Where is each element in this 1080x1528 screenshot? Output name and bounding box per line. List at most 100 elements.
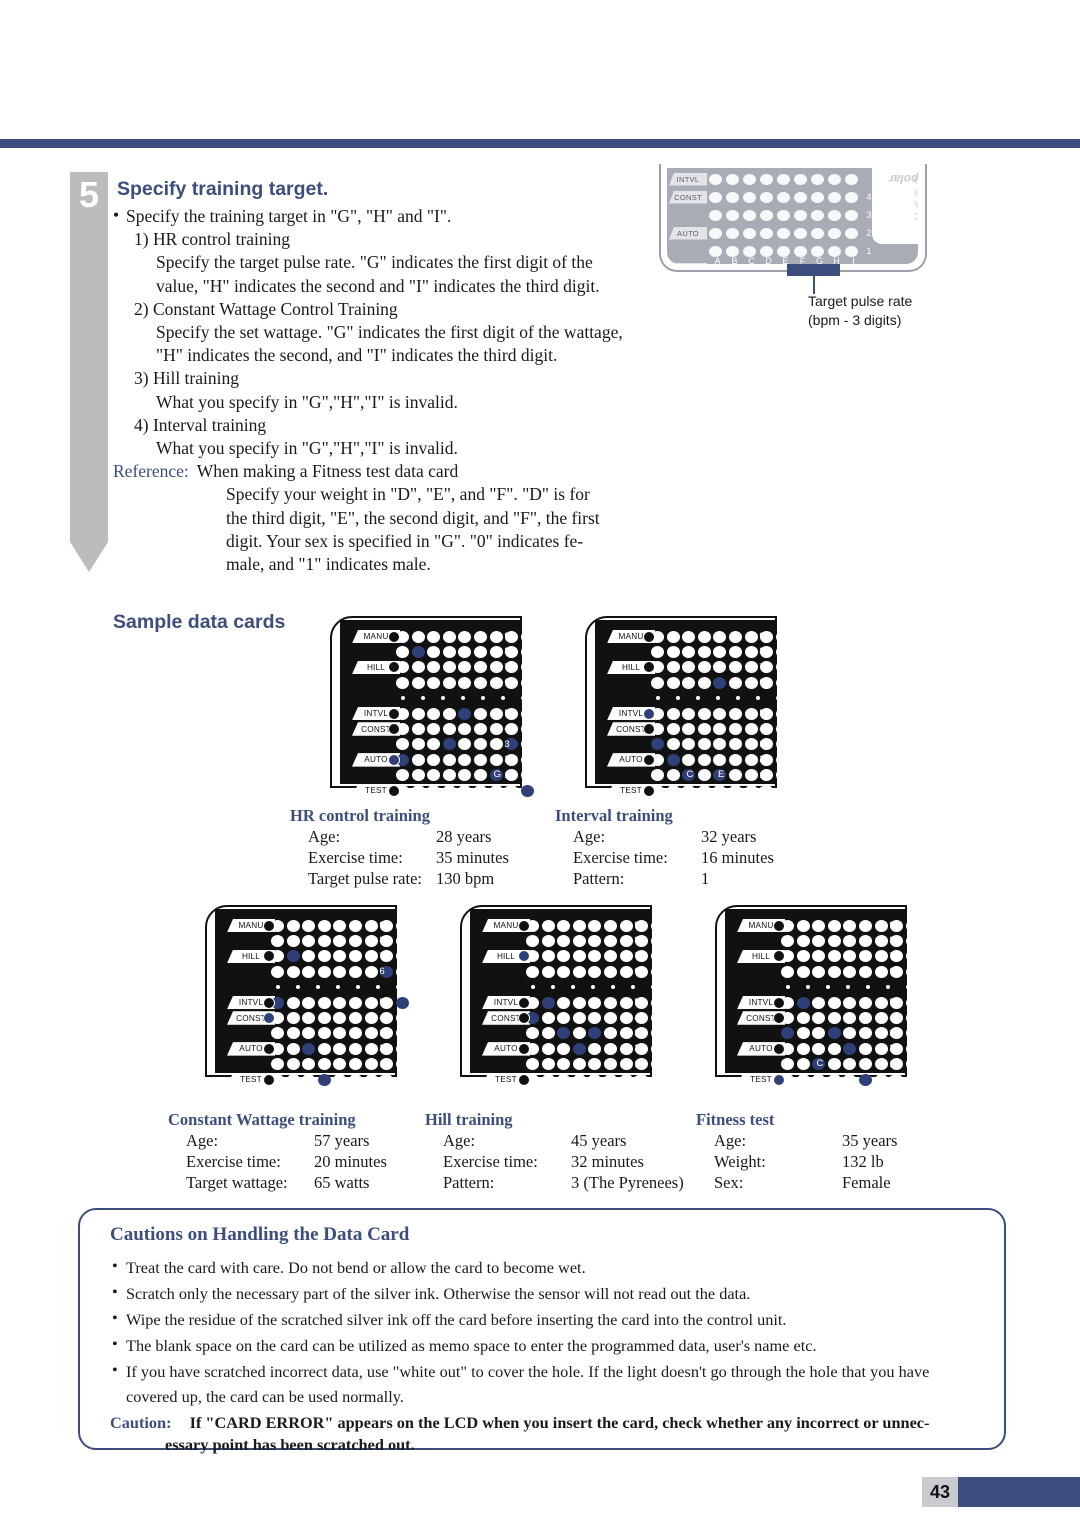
data-card-column-label: B [291, 1058, 298, 1069]
step-body-text: • Specify the training target in "G", "H"… [113, 205, 658, 576]
data-card-column-labels: ABCDEFGHI [651, 769, 791, 780]
data-card-hole [682, 630, 696, 643]
data-card-separator-dot [440, 696, 445, 701]
card-face: INTVLCONSTAUTOTEST 43210 ABCDEFGHI polar… [665, 168, 920, 266]
card-hole [811, 227, 824, 239]
sample-data-cards-title: Sample data cards [113, 611, 286, 633]
data-card-mode-slot [227, 1057, 275, 1072]
data-card-hole [411, 661, 425, 674]
data-card-hole [396, 646, 409, 659]
data-card-hole [682, 738, 696, 751]
data-card-hole [827, 919, 841, 932]
reference-first-text: When making a Fitness test data card [196, 461, 459, 482]
data-card-hole [520, 723, 534, 736]
data-card-hole [697, 661, 711, 674]
data-card-mode-slot: MANU [482, 918, 530, 933]
data-card-separator-dot [570, 985, 575, 990]
data-card-caption-constant-wattage-training: Constant Wattage training Age: 57 years Exe… [168, 1110, 387, 1194]
data-card-hole-row [781, 1026, 962, 1041]
data-card-column-label: I [402, 1058, 405, 1069]
data-card-hole [666, 738, 680, 751]
data-card-hole-row [271, 1072, 452, 1087]
data-card-hole-marked [713, 676, 727, 689]
data-card-hole [775, 646, 789, 659]
data-card-hole-row [781, 933, 962, 948]
data-card-hole [728, 630, 742, 643]
card-hole [811, 209, 824, 221]
data-card-column-label: A [530, 1058, 537, 1069]
card-hole [709, 173, 722, 185]
data-card-column-label: D [577, 1058, 585, 1069]
data-card-mode-column: MANU HILL INTVL CONST AUTO TEST [227, 918, 275, 1087]
data-card-column-label: D [832, 1058, 840, 1069]
data-card-hole [411, 707, 425, 720]
data-card-hole-row [396, 629, 577, 644]
caution-list-item: • Wipe the residue of the scratched silve… [110, 1307, 982, 1332]
data-card-hole [728, 738, 742, 751]
data-card-hole [286, 1042, 300, 1055]
data-card-mode-hole [388, 784, 400, 797]
data-card-hole-row [781, 1041, 962, 1056]
data-card-caption-key: Age: [443, 1131, 476, 1150]
data-card-column-label: I [657, 1058, 660, 1069]
data-card-mode-hole [263, 1042, 275, 1055]
data-card-hole [843, 919, 857, 932]
data-card-hole [843, 950, 857, 963]
data-card-separator-dot [590, 985, 595, 990]
data-card-mode-column: MANU HILL INTVL CONST AUTO TEST [607, 629, 655, 798]
data-card-hole-row [781, 964, 962, 979]
data-card-hole [666, 707, 680, 720]
step-body-line: 3) Hill training [134, 368, 239, 389]
data-card-caption-value: 28 years [436, 827, 492, 846]
data-card-caption-key: Exercise time: [443, 1152, 538, 1171]
data-card-mode-slot: AUTO [737, 1041, 785, 1056]
data-card-hole-row [526, 980, 707, 995]
data-card-row-number: 7 [759, 661, 765, 673]
data-card-hole [588, 996, 602, 1009]
data-card-row-number: 5 [759, 707, 765, 719]
data-card-column-label: B [671, 769, 678, 780]
data-card-separator-dot [480, 696, 485, 701]
data-card-mode-slot [482, 1026, 530, 1041]
data-card-row-number: 2 [634, 1043, 640, 1055]
data-card-hole [317, 1027, 331, 1040]
data-card-row-number [755, 691, 769, 706]
data-card-hole [473, 723, 487, 736]
data-card-hole-row [271, 1041, 452, 1056]
data-card-hole [348, 996, 362, 1009]
data-card-hole [286, 996, 300, 1009]
data-card-mode-column: MANU HILL INTVL CONST AUTO TEST [737, 918, 785, 1087]
data-card-hole [728, 753, 742, 766]
data-card-hole-marked [395, 996, 409, 1009]
data-card-hole [603, 935, 617, 948]
data-card-column-label: E [463, 769, 470, 780]
data-card-hole [812, 919, 826, 932]
data-card-shell: MANU HILL INTVL CONST AUTO TEST 9 8 7 6 5 4 3 2 1 0 A B C D… [585, 616, 821, 798]
data-card-hole [458, 753, 472, 766]
data-card-column-label: B [416, 769, 423, 780]
data-card-hole [286, 965, 300, 978]
caption-line-2: (bpm - 3 digits) [808, 312, 902, 328]
data-card-hole [333, 1012, 347, 1025]
data-card-mode-slot: TEST [227, 1072, 275, 1087]
data-card-hole-row [526, 1010, 707, 1025]
data-card-hole-row [271, 964, 452, 979]
card-hole [845, 245, 858, 257]
data-card-row-number: 2 [504, 754, 510, 766]
data-card-row-number: 4 [379, 1012, 385, 1024]
card-mode-label: TEST [669, 262, 707, 264]
data-card-hole-row [781, 918, 962, 933]
data-card-hole [905, 1027, 919, 1040]
data-card-hole [520, 630, 534, 643]
data-card-row-number: 4 [889, 1012, 895, 1024]
data-card-column-label: H [509, 769, 517, 780]
data-card-hole [317, 1042, 331, 1055]
data-card-hole [697, 723, 711, 736]
data-card-mode-slot [227, 964, 275, 979]
data-card-mode-column: MANU HILL INTVL CONST AUTO TEST [352, 629, 400, 798]
data-card-constant-wattage-training: MANU HILL INTVL CONST AUTO TEST 9 8 7 6 5 4 3 2 1 0 A B C D… [205, 905, 441, 1087]
data-card-hole [302, 950, 316, 963]
data-card-hole [302, 1027, 316, 1040]
data-card-hole-marked [781, 1027, 794, 1040]
data-card-hole [348, 1073, 362, 1086]
